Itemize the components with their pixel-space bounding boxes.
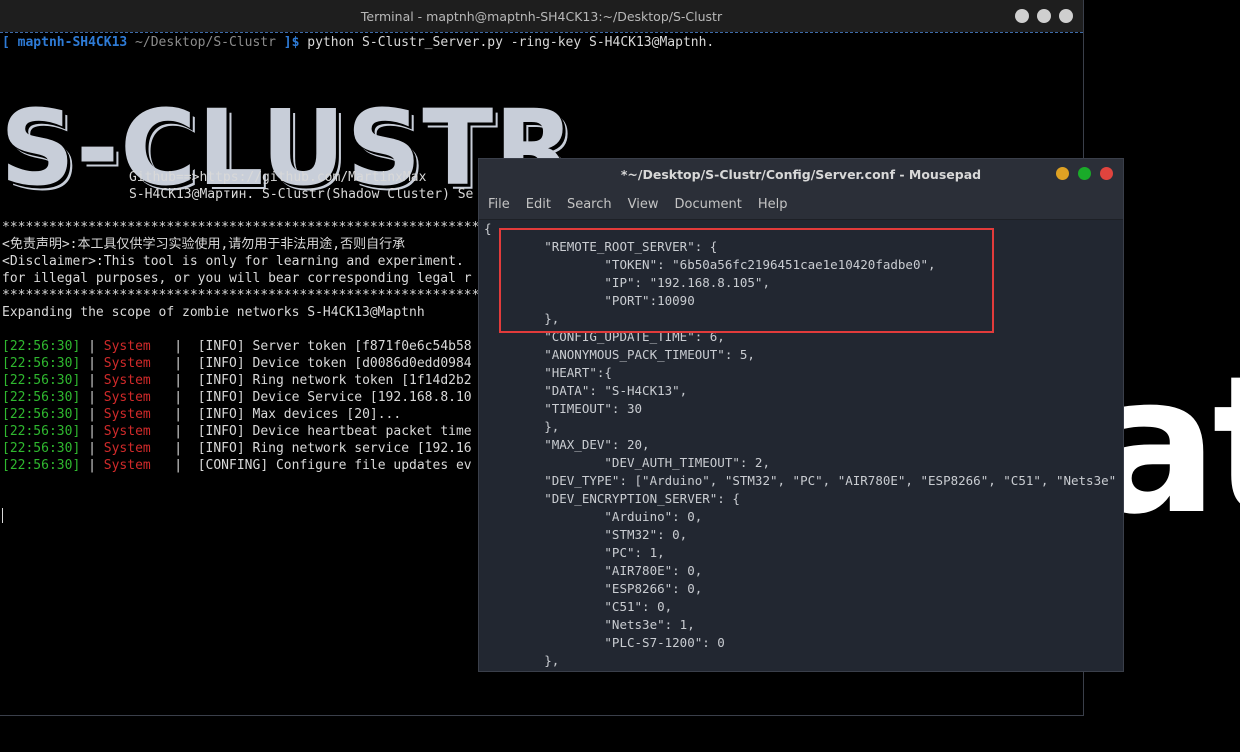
editor-close-button[interactable] (1100, 167, 1113, 180)
code-line: "C51": 0, (484, 599, 673, 614)
prompt-path: ~/Desktop/S-Clustr (127, 35, 276, 50)
prompt-user: maptnh-SH4CK13 (17, 35, 128, 50)
code-line: "ANONYMOUS_PACK_TIMEOUT": 5, (484, 347, 755, 362)
code-line: "ESP8266": 0, (484, 581, 703, 596)
terminal-divider (0, 32, 1083, 33)
stars-line-top: ****************************************… (2, 220, 527, 235)
terminal-minimize-button[interactable] (1015, 9, 1029, 23)
code-line: "DATA": "S-H4CK13", (484, 383, 688, 398)
code-line: "DEV_AUTH_TIMEOUT": 2, (484, 455, 770, 470)
signature-line: S-H4CK13@Мартин. S-Clustr(Shadow Cluster… (129, 187, 474, 202)
code-line: "STM32": 0, (484, 527, 688, 542)
code-line: }, (484, 419, 560, 434)
menu-file[interactable]: File (488, 197, 519, 212)
log-line: [22:56:30] | System | [INFO] Ring networ… (2, 373, 472, 388)
menu-document[interactable]: Document (674, 197, 750, 212)
github-link: Github==>https://github.com/MartinxMax (129, 170, 427, 185)
code-line: "PLC-S7-1200": 0 (484, 635, 725, 650)
editor-maximize-button[interactable] (1078, 167, 1091, 180)
code-line: "MAX_DEV": 20, (484, 437, 650, 452)
expanding-line: Expanding the scope of zombie networks S… (2, 305, 425, 320)
editor-minimize-button[interactable] (1056, 167, 1069, 180)
code-line: "PC": 1, (484, 545, 665, 560)
log-line: [22:56:30] | System | [INFO] Device hear… (2, 424, 472, 439)
highlight-annotation-box (499, 228, 994, 333)
mousepad-window[interactable]: *~/Desktop/S-Clustr/Config/Server.conf -… (479, 159, 1123, 671)
terminal-title: Terminal - maptnh@maptnh-SH4CK13:~/Deskt… (360, 9, 723, 24)
command-line: [ maptnh-SH4CK13 ~/Desktop/S-Clustr ]$ p… (2, 35, 715, 50)
stars-line-bottom: ****************************************… (2, 288, 527, 303)
code-line: { (484, 221, 492, 236)
editor-title: *~/Desktop/S-Clustr/Config/Server.conf -… (620, 167, 982, 182)
log-line: [22:56:30] | System | [INFO] Ring networ… (2, 441, 472, 456)
code-line: "AIR780E": 0, (484, 563, 703, 578)
menu-help[interactable]: Help (758, 197, 797, 212)
code-line: }, (484, 653, 560, 668)
code-line: "TIMEOUT": 30 (484, 401, 643, 416)
disclaimer-cn: <免责声明>:本工具仅供学习实验使用,请勿用于非法用途,否则自行承 (2, 237, 406, 252)
log-line: [22:56:30] | System | [INFO] Device Serv… (2, 390, 472, 405)
menu-view[interactable]: View (628, 197, 668, 212)
text-cursor (2, 508, 3, 523)
terminal-maximize-button[interactable] (1037, 9, 1051, 23)
editor-menubar: File Edit Search View Document Help (479, 189, 1123, 220)
terminal-titlebar[interactable]: Terminal - maptnh@maptnh-SH4CK13:~/Deskt… (0, 0, 1083, 32)
command-text: python S-Clustr_Server.py -ring-key S-H4… (307, 35, 715, 50)
editor-text-area[interactable]: { "REMOTE_ROOT_SERVER": { "TOKEN": "6b50… (479, 220, 1123, 671)
menu-edit[interactable]: Edit (526, 197, 560, 212)
log-line: [22:56:30] | System | [INFO] Device toke… (2, 356, 472, 371)
disclaimer-en-2: for illegal purposes, or you will bear c… (2, 271, 472, 286)
code-line: "HEART":{ (484, 365, 612, 380)
log-line: [22:56:30] | System | [INFO] Server toke… (2, 339, 472, 354)
terminal-close-button[interactable] (1059, 9, 1073, 23)
log-line: [22:56:30] | System | [CONFING] Configur… (2, 458, 472, 473)
code-line: "DEV_TYPE": ["Arduino", "STM32", "PC", "… (484, 473, 1117, 488)
code-line: "Arduino": 0, (484, 509, 703, 524)
code-line: "DEV_ENCRYPTION_SERVER": { (484, 491, 740, 506)
disclaimer-en-1: <Disclaimer>:This tool is only for learn… (2, 254, 464, 269)
code-line: "Nets3e": 1, (484, 617, 695, 632)
editor-titlebar[interactable]: *~/Desktop/S-Clustr/Config/Server.conf -… (479, 159, 1123, 189)
menu-search[interactable]: Search (567, 197, 621, 212)
log-line: [22:56:30] | System | [INFO] Max devices… (2, 407, 402, 422)
